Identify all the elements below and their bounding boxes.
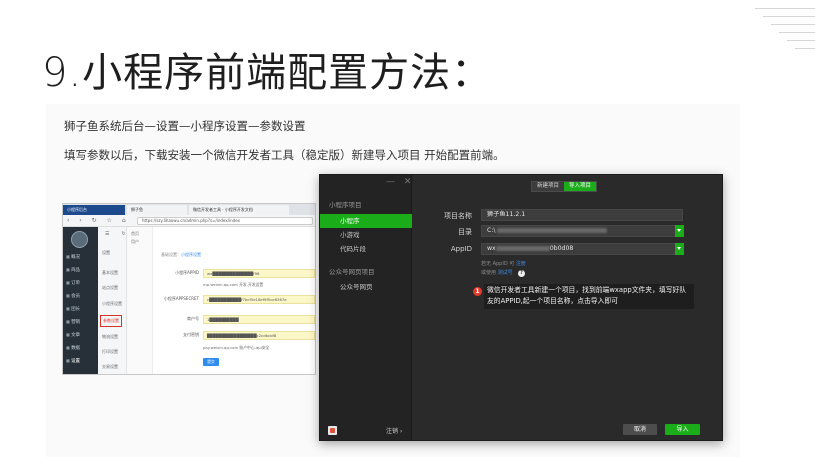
field-label: 支付密钥 <box>183 332 199 337</box>
field-hint: mp.weixin.qq.com 开发-开发设置 <box>203 282 264 287</box>
nav-mini-program[interactable]: 小程序 <box>320 214 412 228</box>
annotation-badge: 1 <box>473 287 482 296</box>
field-label: 商户号 <box>187 316 199 321</box>
merchant-id-input[interactable]: 1██████████ <box>203 315 315 324</box>
sidebar-item-leaders[interactable]: 团长 <box>66 306 80 312</box>
hint-text: 或使用 <box>481 270 498 276</box>
pay-hint: pay.weixin.qq.com 账户中心-api安全 <box>203 345 270 350</box>
sidebar-item-articles[interactable]: 文章 <box>66 332 80 338</box>
url-field[interactable]: https://szy.lihaowu.cn/admin.php?s=/inde… <box>137 217 313 225</box>
directory-value: C:\ <box>487 227 496 234</box>
breadcrumb-active[interactable]: 小程序设置 <box>181 252 201 257</box>
logout-link[interactable]: 注销 › <box>386 426 402 435</box>
browser-screenshot: 小程序后台 狮子鱼 微信开发者工具 · 小程序开发文档 ‹ › ↻ ☆ ⌂ ht… <box>62 203 316 375</box>
project-name-input[interactable]: 狮子鱼11.2.1 <box>481 209 683 221</box>
submit-button[interactable]: 提交 <box>203 358 219 366</box>
tertiary-item[interactable]: 用户 <box>131 239 139 245</box>
browser-tab-strip: 小程序后台 狮子鱼 微信开发者工具 · 小程序开发文档 <box>63 204 315 215</box>
sub-item-miniprogram[interactable]: 小程序设置 <box>102 301 122 307</box>
sidebar-item-marketing[interactable]: 营销 <box>66 319 80 325</box>
redacted-appid <box>495 245 550 251</box>
pay-key-input[interactable]: █████████████████c2cdbcbf8 <box>203 331 315 340</box>
wechat-devtool-window: — ✕ 小程序项目 小程序 小游戏 代码片段 公众号网页项目 公众号网页 注销 … <box>319 174 723 441</box>
field-row-appsecret: 小程序APPSECRET c███████████f7bcf5e18ef9f5c… <box>153 295 315 304</box>
cancel-button[interactable]: 取消 <box>623 424 657 435</box>
import-project-tab[interactable]: 导入项目 <box>564 182 597 191</box>
appid-label: AppID <box>450 245 472 253</box>
admin-main-sidebar: 概况 商品 订单 会员 团长 营销 文章 数据 设置 <box>63 227 98 374</box>
sub-item-settings[interactable]: 设置 <box>102 250 110 256</box>
sidebar-item-settings[interactable]: 设置 <box>66 358 80 364</box>
sidebar-item-overview[interactable]: 概况 <box>66 254 80 260</box>
corner-decoration <box>735 0 815 100</box>
browser-tab[interactable]: 小程序后台 <box>63 205 125 215</box>
description-line-1: 狮子鱼系统后台—设置—小程序设置—参数设置 <box>64 119 306 133</box>
nav-mini-game[interactable]: 小游戏 <box>320 228 412 242</box>
project-mode-toggle: 新建项目 导入项目 <box>531 181 598 192</box>
help-icon[interactable]: ? <box>518 270 525 277</box>
admin-sub-sidebar: ☰↻ 设置 基本设置 站点设置 小程序设置 参数设置 物流设置 打印设置 交易设… <box>98 227 127 374</box>
annotation-callout: 微信开发者工具新建一个项目，找到前端wxapp文件夹，填写好队友的APPID,起… <box>484 284 694 309</box>
appsecret-input[interactable]: c███████████f7bcf5e18ef9f5ce6367e <box>203 295 315 304</box>
appid-suffix: 0b0d08 <box>549 245 574 252</box>
nav-code-snippet[interactable]: 代码片段 <box>320 242 412 256</box>
field-row-merchant: 商户号 1██████████ <box>153 315 315 324</box>
sub-item-params[interactable]: 参数设置 <box>100 315 122 327</box>
field-row-appid: 小程序APPID wx██████████████f98 <box>153 269 315 278</box>
appid-register-hint: 若无 AppID 可 注册 <box>481 260 526 267</box>
sub-item-print[interactable]: 打印设置 <box>102 349 118 355</box>
admin-tertiary-sidebar: 首页 用户 <box>127 227 153 374</box>
field-row-paykey: 支付密钥 █████████████████c2cdbcbf8 <box>153 331 315 340</box>
browser-nav-icons[interactable]: ‹ › ↻ ☆ ⌂ <box>67 217 130 224</box>
sub-item-basic[interactable]: 基本设置 <box>102 270 118 276</box>
sub-item-site[interactable]: 站点设置 <box>102 285 118 291</box>
breadcrumb-prefix: 基础设置： <box>161 252 181 257</box>
appid-input[interactable]: wx 0b0d08 <box>481 243 683 255</box>
new-project-tab[interactable]: 新建项目 <box>532 182 565 191</box>
browser-tab[interactable]: 微信开发者工具 · 小程序开发文档 <box>189 205 289 215</box>
directory-input[interactable]: C:\ <box>481 225 683 237</box>
window-controls[interactable]: — ✕ <box>386 177 414 187</box>
devtool-sidebar: — ✕ 小程序项目 小程序 小游戏 代码片段 公众号网页项目 公众号网页 注销 … <box>320 175 412 440</box>
sidebar-item-goods[interactable]: 商品 <box>66 267 80 273</box>
sub-item-trade[interactable]: 交易设置 <box>102 364 118 370</box>
admin-logo <box>71 231 88 248</box>
browser-address-bar: ‹ › ↻ ☆ ⌂ https://szy.lihaowu.cn/admin.p… <box>63 215 315 227</box>
directory-dropdown-icon[interactable] <box>675 225 684 237</box>
tertiary-item[interactable]: 首页 <box>131 231 139 237</box>
project-name-label: 项目名称 <box>444 212 472 220</box>
description-line-2: 填写参数以后，下载安装一个微信开发者工具（稳定版）新建导入项目 开始配置前端。 <box>64 148 505 162</box>
field-label: 小程序APPSECRET <box>163 296 199 301</box>
register-link[interactable]: 注册 <box>516 261 526 267</box>
browser-tab[interactable]: 狮子鱼 <box>127 205 187 215</box>
sub-item-logistics[interactable]: 物流设置 <box>102 334 118 340</box>
section-mini-program: 小程序项目 <box>329 201 362 209</box>
sidebar-item-data[interactable]: 数据 <box>66 345 80 351</box>
appid-dropdown-icon[interactable] <box>675 243 684 255</box>
import-button[interactable]: 导入 <box>665 424 700 435</box>
breadcrumb: 基础设置：小程序设置 <box>161 252 201 258</box>
section-official-account: 公众号网页项目 <box>329 268 375 276</box>
test-account-link[interactable]: 测试号 <box>498 270 513 276</box>
appid-input[interactable]: wx██████████████f98 <box>203 269 315 278</box>
admin-main-content: 基础设置：小程序设置 小程序APPID wx██████████████f98 … <box>153 227 315 374</box>
redacted-path <box>497 227 608 233</box>
slide-title: 9.小程序前端配置方法： <box>42 50 493 96</box>
hint-text: 若无 AppID 可 <box>481 261 516 267</box>
nav-official-web[interactable]: 公众号网页 <box>320 280 412 294</box>
directory-label: 目录 <box>458 228 472 236</box>
sidebar-item-orders[interactable]: 订单 <box>66 280 80 286</box>
field-label: 小程序APPID <box>175 270 199 275</box>
sidebar-item-members[interactable]: 会员 <box>66 293 80 299</box>
test-account-hint: 或使用 测试号 <box>481 269 513 276</box>
appid-prefix: wx <box>487 245 496 252</box>
user-avatar[interactable] <box>328 426 337 435</box>
